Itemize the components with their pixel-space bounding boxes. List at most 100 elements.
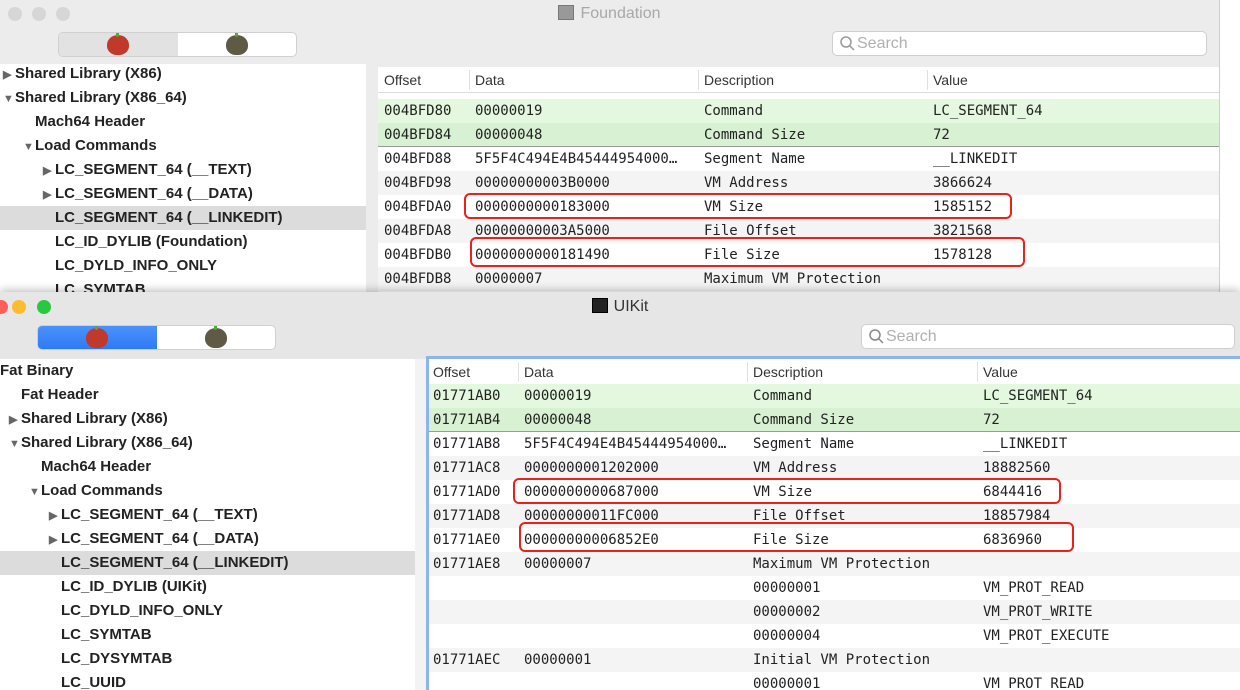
column-header-offset[interactable]: Offset bbox=[433, 359, 470, 385]
tree-item[interactable]: LC_ID_DYLIB (Foundation) bbox=[0, 230, 366, 254]
table-row[interactable]: 01771AB0 00000019 Command LC_SEGMENT_64 bbox=[429, 384, 1240, 408]
table-row[interactable]: 004BFD98 00000000003B0000 VM Address 386662… bbox=[378, 171, 1219, 195]
tree-item[interactable]: LC_UUID bbox=[0, 671, 415, 690]
disclosure-collapsed-icon[interactable]: ▶ bbox=[49, 528, 61, 552]
tree-item-label: Fat Binary bbox=[0, 362, 74, 379]
column-divider[interactable] bbox=[698, 70, 699, 90]
table-row[interactable]: 01771AC8 0000000001202000 VM Address 188825… bbox=[429, 456, 1240, 480]
disclosure-collapsed-icon[interactable]: ▶ bbox=[43, 183, 55, 207]
tree-item-label: LC_SEGMENT_64 (__DATA) bbox=[61, 530, 259, 547]
zoom-button[interactable] bbox=[56, 7, 70, 21]
data-table[interactable]: Offset Data Description Value 004BFD80 000000… bbox=[378, 67, 1219, 292]
data-table[interactable]: Offset Data Description Value 01771AB0 000000… bbox=[426, 356, 1240, 690]
segment-raw[interactable] bbox=[59, 33, 178, 56]
disclosure-expanded-icon[interactable]: ▼ bbox=[3, 87, 15, 111]
table-header: Offset Data Description Value bbox=[429, 359, 1240, 385]
cell-value: VM_PROT_READ bbox=[983, 676, 1085, 690]
disclosure-collapsed-icon[interactable]: ▶ bbox=[49, 504, 61, 528]
tree-item[interactable]: Fat Header bbox=[0, 383, 415, 407]
column-header-data[interactable]: Data bbox=[475, 67, 505, 93]
structure-tree[interactable]: ▶ Shared Library (X86) ▼Shared Library (X8… bbox=[0, 64, 366, 292]
tree-item[interactable]: LC_SEGMENT_64 (__LINKEDIT) bbox=[0, 206, 366, 230]
uikit-window: UIKit Search Fat Binary Fat Header ▶ Shared… bbox=[0, 292, 1240, 690]
search-icon bbox=[869, 329, 884, 344]
table-row[interactable]: 004BFDB8 00000007 Maximum VM Protection bbox=[378, 267, 1219, 291]
column-header-description[interactable]: Description bbox=[753, 359, 823, 385]
table-row[interactable]: 01771AB4 00000048 Command Size 72 bbox=[429, 408, 1240, 432]
column-header-value[interactable]: Value bbox=[983, 359, 1018, 385]
tree-item[interactable]: Fat Binary bbox=[0, 359, 415, 383]
table-row[interactable]: 01771AB8 5F5F4C494E4B45444954000… Segment … bbox=[429, 432, 1240, 456]
cell-description: Segment Name bbox=[753, 436, 855, 452]
tree-item-label: Shared Library (X86) bbox=[21, 410, 168, 427]
cell-data: 0000000001202000 bbox=[524, 460, 659, 476]
tree-item[interactable]: LC_DYSYMTAB bbox=[0, 647, 415, 671]
disclosure-expanded-icon[interactable]: ▼ bbox=[23, 135, 35, 159]
tree-item[interactable]: LC_SYMTAB bbox=[0, 623, 415, 647]
segment-raw[interactable] bbox=[38, 326, 157, 349]
column-divider[interactable] bbox=[747, 362, 748, 382]
column-divider[interactable] bbox=[977, 362, 978, 382]
table-row[interactable]: 01771AE8 00000007 Maximum VM Protection bbox=[429, 552, 1240, 576]
disclosure-collapsed-icon[interactable]: ▶ bbox=[3, 64, 15, 87]
tree-item[interactable]: ▶ Shared Library (X86) bbox=[0, 407, 415, 431]
column-header-data[interactable]: Data bbox=[524, 359, 554, 385]
disclosure-expanded-icon[interactable]: ▼ bbox=[9, 432, 21, 456]
table-row[interactable]: 004BFD88 5F5F4C494E4B45444954000… Segment … bbox=[378, 147, 1219, 171]
tree-item[interactable]: LC_SYMTAB bbox=[0, 278, 366, 292]
tree-item[interactable]: ▶ LC_SEGMENT_64 (__DATA) bbox=[0, 182, 366, 206]
column-divider[interactable] bbox=[927, 70, 928, 90]
table-row[interactable]: 004BFD84 00000048 Command Size 72 bbox=[378, 123, 1219, 147]
column-divider[interactable] bbox=[469, 70, 470, 90]
table-row[interactable]: 00000004 VM_PROT_EXECUTE bbox=[429, 624, 1240, 648]
cell-description: VM Address bbox=[704, 175, 789, 191]
disclosure-expanded-icon[interactable]: ▼ bbox=[29, 480, 41, 504]
minimize-button[interactable] bbox=[32, 7, 46, 21]
column-header-value[interactable]: Value bbox=[933, 67, 968, 93]
tree-item[interactable]: ▶ LC_SEGMENT_64 (__DATA) bbox=[0, 527, 415, 551]
tree-item[interactable]: LC_SEGMENT_64 (__LINKEDIT) bbox=[0, 551, 415, 575]
tree-item[interactable]: ▼Load Commands bbox=[0, 134, 366, 158]
structure-tree[interactable]: Fat Binary Fat Header ▶ Shared Library (X86… bbox=[0, 359, 415, 690]
cell-value: 72 bbox=[933, 127, 950, 143]
segment-rva[interactable] bbox=[157, 326, 276, 349]
zoom-button[interactable] bbox=[37, 300, 51, 314]
title-bar: Foundation bbox=[0, 0, 1219, 28]
tree-item[interactable]: Mach64 Header bbox=[0, 110, 366, 134]
tree-item[interactable]: LC_DYLD_INFO_ONLY bbox=[0, 599, 415, 623]
tree-item[interactable]: ▼Load Commands bbox=[0, 479, 415, 503]
table-row[interactable]: 00000002 VM_PROT_WRITE bbox=[429, 600, 1240, 624]
table-row[interactable]: 00000001 VM_PROT_READ bbox=[429, 672, 1240, 690]
tree-item[interactable]: ▼Shared Library (X86_64) bbox=[0, 431, 415, 455]
close-button[interactable] bbox=[8, 7, 22, 21]
table-row[interactable]: 00000001 VM_PROT_READ bbox=[429, 576, 1240, 600]
tree-item[interactable]: ▶ Shared Library (X86) bbox=[0, 64, 366, 86]
search-input[interactable]: Search bbox=[832, 31, 1207, 56]
tree-item[interactable]: ▶ LC_SEGMENT_64 (__TEXT) bbox=[0, 158, 366, 182]
minimize-button[interactable] bbox=[12, 300, 26, 314]
view-mode-segmented-control[interactable] bbox=[37, 325, 276, 350]
column-divider[interactable] bbox=[518, 362, 519, 382]
tree-item[interactable]: LC_DYLD_INFO_ONLY bbox=[0, 254, 366, 278]
cell-description: 00000002 bbox=[753, 604, 821, 620]
segment-rva[interactable] bbox=[178, 33, 297, 56]
column-header-description[interactable]: Description bbox=[704, 67, 774, 93]
cell-description: Maximum VM Protection bbox=[704, 271, 882, 287]
tree-item-label: Shared Library (X86) bbox=[15, 65, 162, 82]
disclosure-collapsed-icon[interactable]: ▶ bbox=[43, 159, 55, 183]
tree-item[interactable]: LC_ID_DYLIB (UIKit) bbox=[0, 575, 415, 599]
disclosure-collapsed-icon[interactable]: ▶ bbox=[9, 408, 21, 432]
document-icon bbox=[558, 5, 575, 20]
tree-item[interactable]: ▶ LC_SEGMENT_64 (__TEXT) bbox=[0, 503, 415, 527]
view-mode-segmented-control[interactable] bbox=[58, 32, 297, 57]
tree-item[interactable]: Mach64 Header bbox=[0, 455, 415, 479]
tree-item[interactable]: ▼Shared Library (X86_64) bbox=[0, 86, 366, 110]
column-header-offset[interactable]: Offset bbox=[384, 67, 421, 93]
cell-data: 00000007 bbox=[524, 556, 592, 572]
table-row[interactable]: 01771AEC 00000001 Initial VM Protection bbox=[429, 648, 1240, 672]
cell-data: 00000048 bbox=[475, 127, 543, 143]
cell-data: 00000000003B0000 bbox=[475, 175, 610, 191]
search-input[interactable]: Search bbox=[861, 324, 1235, 349]
cell-value: LC_SEGMENT_64 bbox=[933, 103, 1043, 119]
table-row[interactable]: 004BFD80 00000019 Command LC_SEGMENT_64 bbox=[378, 99, 1219, 123]
